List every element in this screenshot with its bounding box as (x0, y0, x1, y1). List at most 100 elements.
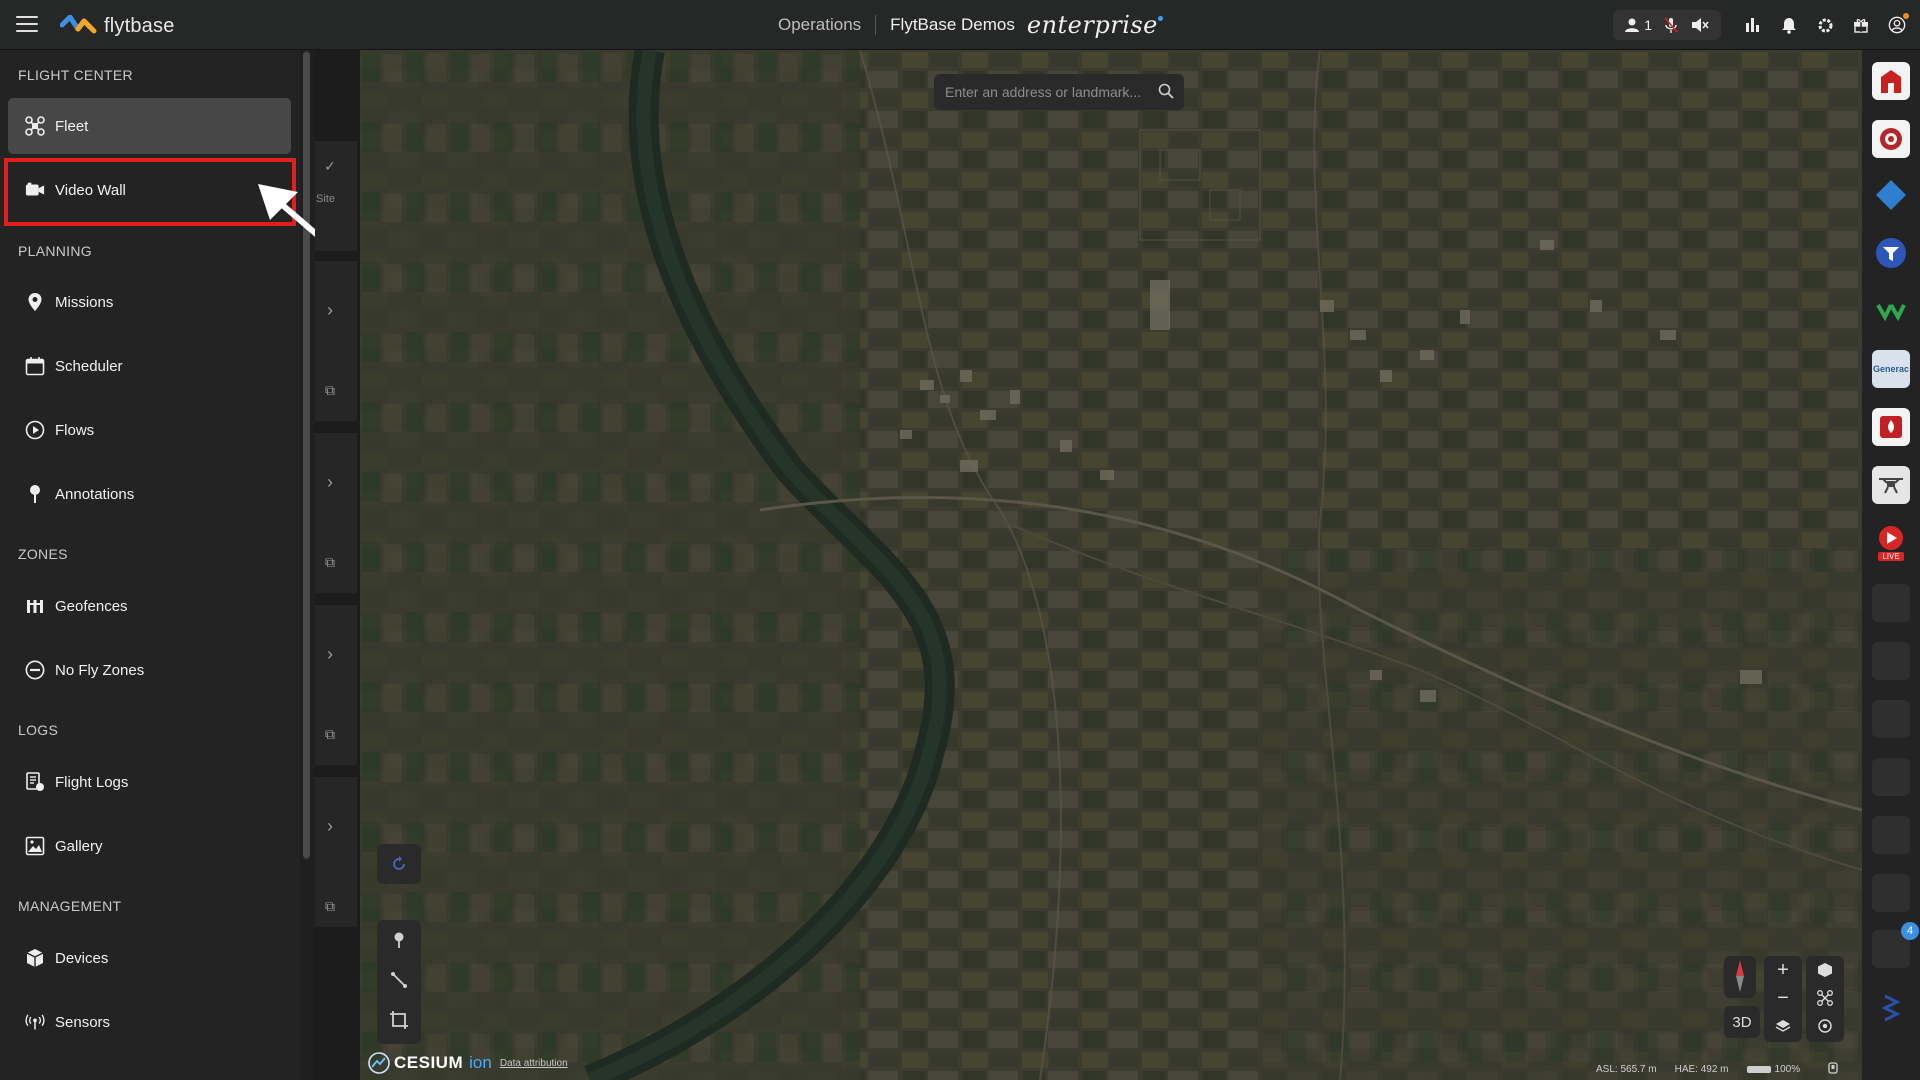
cesium-text: CESIUM (394, 1053, 464, 1072)
users-online[interactable]: 1 (1624, 17, 1652, 33)
section-title-management: MANAGEMENT (18, 898, 122, 914)
org-name[interactable]: FlytBase Demos (890, 15, 1015, 35)
sidebar-scrollbar-thumb[interactable] (303, 52, 310, 858)
device-icon-blue-circle[interactable] (1872, 234, 1910, 272)
sidebar-item-sensors[interactable]: Sensors (8, 994, 291, 1050)
chevron-right-icon[interactable]: › (322, 644, 338, 664)
section-title-zones: ZONES (18, 546, 68, 562)
device-icon-live[interactable]: LIVE (1872, 524, 1910, 562)
notifications-button[interactable] (1780, 16, 1798, 34)
device-icon-drone[interactable] (1872, 466, 1910, 504)
sidebar-item-label: Missions (55, 293, 114, 311)
cube-view-icon (1818, 963, 1832, 977)
sidebar-item-missions[interactable]: Missions (8, 274, 291, 330)
top-bar: flytbase Operations FlytBase Demos enter… (0, 0, 1920, 50)
marker-icon (394, 932, 404, 948)
map-imagery (360, 50, 1862, 1080)
user-mic-speaker-group: 1 (1613, 10, 1721, 40)
battery-indicator: 100% (1746, 1064, 1819, 1075)
drawing-tools (377, 920, 421, 1044)
settings-button[interactable] (1816, 16, 1834, 34)
fleet-view-button[interactable] (1806, 984, 1844, 1012)
pin-icon (25, 484, 45, 504)
refresh-icon (393, 856, 405, 870)
drone-view-icon (1817, 990, 1833, 1006)
device-placeholder[interactable] (1872, 758, 1910, 796)
cesium-attribution: CESIUM ion Data attribution (368, 1052, 568, 1074)
sidebar-item-label: Scheduler (55, 357, 123, 375)
recenter-button[interactable] (1806, 1012, 1844, 1040)
line-icon (391, 972, 407, 988)
no-entry-icon (25, 660, 45, 680)
open-external-icon[interactable]: ⧉ (322, 898, 338, 914)
mic-off-icon (1664, 17, 1678, 33)
line-tool-button[interactable] (377, 960, 421, 1000)
profile-button[interactable] (1888, 13, 1909, 34)
speaker-off-button[interactable] (1690, 16, 1710, 34)
device-placeholder[interactable] (1872, 874, 1910, 912)
gift-button[interactable] (1852, 16, 1870, 34)
marker-tool-button[interactable] (377, 920, 421, 960)
polygon-tool-button[interactable] (377, 1000, 421, 1040)
settings-small-icon[interactable] (1828, 1062, 1838, 1077)
cesium-ion-text: ion (469, 1053, 492, 1072)
sidebar-item-annotations[interactable]: Annotations (8, 466, 291, 522)
sidebar-item-geofences[interactable]: Geofences (8, 578, 291, 634)
device-placeholder[interactable] (1872, 700, 1910, 738)
satellite-map[interactable] (360, 50, 1862, 1080)
count-badge: 4 (1901, 922, 1919, 940)
hae-readout: HAE: 492 m (1674, 1064, 1729, 1075)
refresh-tool[interactable] (377, 844, 421, 884)
refresh-button[interactable] (377, 844, 421, 884)
device-icon-generac[interactable]: Generac (1872, 350, 1910, 388)
zoom-in-button[interactable]: + (1764, 956, 1802, 984)
data-attribution-link[interactable]: Data attribution (500, 1058, 568, 1069)
chevron-right-icon[interactable]: › (322, 472, 338, 492)
sidebar-item-label: Sensors (55, 1013, 111, 1031)
profile-notification-dot (1903, 13, 1909, 19)
open-external-icon[interactable]: ⧉ (322, 726, 338, 742)
zoom-out-button[interactable]: − (1764, 984, 1802, 1012)
section-title-flight-center: FLIGHT CENTER (18, 67, 133, 83)
sidebar-item-fleet[interactable]: Fleet (8, 98, 291, 154)
sidebar-item-label: No Fly Zones (55, 661, 145, 679)
battery-level: 100% (1774, 1064, 1801, 1075)
analytics-button[interactable] (1744, 16, 1762, 34)
open-external-icon[interactable]: ⧉ (322, 554, 338, 570)
speaker-muted-icon (1692, 18, 1709, 32)
flytbase-logo[interactable]: flytbase (60, 13, 175, 39)
map-search-input[interactable] (934, 83, 1147, 101)
device-icon-red-square[interactable] (1872, 408, 1910, 446)
drone-icon (25, 116, 45, 136)
3d-view-button[interactable] (1806, 956, 1844, 984)
chevron-right-icon[interactable]: › (322, 816, 338, 836)
device-icon-green-logo[interactable] (1872, 292, 1910, 330)
device-placeholder[interactable] (1872, 816, 1910, 854)
sidebar-item-scheduler[interactable]: Scheduler (8, 338, 291, 394)
search-icon[interactable] (1158, 83, 1174, 104)
mic-off-button[interactable] (1662, 16, 1680, 34)
cesium-logo-icon (368, 1052, 390, 1074)
open-external-icon[interactable]: ⧉ (322, 382, 338, 398)
device-icon-blue-stripes[interactable] (1872, 988, 1910, 1026)
compass[interactable] (1724, 956, 1756, 998)
sidebar-item-devices[interactable]: Devices (8, 930, 291, 986)
cube-icon (25, 948, 45, 968)
chevron-right-icon[interactable]: › (322, 300, 338, 320)
sidebar-item-flows[interactable]: Flows (8, 402, 291, 458)
calendar-icon (25, 356, 45, 376)
location-pin-icon (25, 292, 45, 312)
operations-tab[interactable]: Operations (778, 15, 877, 35)
device-placeholder[interactable] (1872, 584, 1910, 622)
device-icon-red-building[interactable] (1872, 62, 1910, 100)
hamburger-menu-icon[interactable] (16, 16, 38, 34)
device-placeholder[interactable] (1872, 642, 1910, 680)
sidebar-item-gallery[interactable]: Gallery (8, 818, 291, 874)
section-title-logs: LOGS (18, 722, 59, 738)
device-icon-blue-diamond[interactable] (1872, 176, 1910, 214)
map-layers-button[interactable] (1764, 1012, 1802, 1040)
device-icon-red-emblem[interactable] (1872, 120, 1910, 158)
3d-toggle-button[interactable]: 3D (1724, 1006, 1760, 1038)
sidebar-item-no-fly-zones[interactable]: No Fly Zones (8, 642, 291, 698)
sidebar-item-flight-logs[interactable]: Flight Logs (8, 754, 291, 810)
